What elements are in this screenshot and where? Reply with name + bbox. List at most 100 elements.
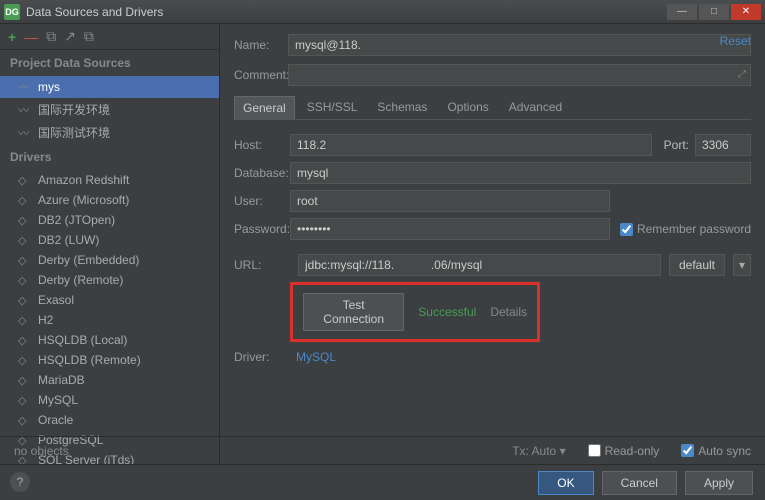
tab-sshssl[interactable]: SSH/SSL: [299, 96, 366, 119]
driver-label: HSQLDB (Remote): [38, 353, 141, 367]
readonly-checkbox[interactable]: Read-only: [588, 444, 660, 458]
project-sources-header: Project Data Sources: [0, 50, 219, 76]
driver-item[interactable]: ◇ Exasol: [0, 290, 219, 310]
password-label: Password:: [234, 222, 290, 236]
url-label: URL:: [234, 258, 290, 272]
host-input[interactable]: [290, 134, 652, 156]
driver-link[interactable]: MySQL: [296, 350, 336, 364]
url-mode-select[interactable]: default: [669, 254, 725, 276]
driver-label: DB2 (LUW): [38, 233, 99, 247]
sidebar-toolbar: + — ⧉ ↗ ⧉: [0, 24, 219, 50]
driver-icon: ◇: [18, 214, 32, 227]
driver-label: Exasol: [38, 293, 74, 307]
driver-item[interactable]: ◇Amazon Redshift: [0, 170, 219, 190]
test-details-link[interactable]: Details: [490, 305, 527, 319]
chevron-down-icon[interactable]: ▾: [733, 254, 751, 276]
datasource-item[interactable]: 〰 mys: [0, 76, 219, 98]
driver-label: DB2 (JTOpen): [38, 213, 115, 227]
database-input[interactable]: [290, 162, 751, 184]
driver-label: Derby (Embedded): [38, 253, 139, 267]
more-icon[interactable]: ⧉: [84, 28, 94, 45]
datasource-icon: 〰: [18, 79, 32, 95]
driver-icon: ◇: [18, 354, 32, 367]
datasource-item[interactable]: 〰 国际测试环境: [0, 121, 219, 144]
tab-options[interactable]: Options: [439, 96, 496, 119]
password-input[interactable]: [290, 218, 610, 240]
driver-item[interactable]: ◇Derby (Remote): [0, 270, 219, 290]
apply-button[interactable]: Apply: [685, 471, 753, 495]
driver-icon: ◇: [18, 174, 32, 187]
driver-label: H2: [38, 313, 53, 327]
close-button[interactable]: ✕: [731, 4, 761, 20]
remember-password-checkbox[interactable]: Remember password: [620, 222, 751, 236]
footer-bar: no objects Tx: Auto ▾ Read-only Auto syn…: [0, 436, 765, 464]
port-input[interactable]: [695, 134, 751, 156]
tab-advanced[interactable]: Advanced: [501, 96, 570, 119]
driver-icon: ◇: [18, 314, 32, 327]
maximize-button[interactable]: □: [699, 4, 729, 20]
driver-item[interactable]: ◇ H2: [0, 310, 219, 330]
driver-label: Oracle: [38, 413, 73, 427]
datasource-item[interactable]: 〰 国际开发环境: [0, 98, 219, 121]
driver-item[interactable]: ◇ DB2 (LUW): [0, 230, 219, 250]
driver-icon: ◇: [18, 294, 32, 307]
tab-schemas[interactable]: Schemas: [369, 96, 435, 119]
driver-label: MariaDB: [38, 373, 85, 387]
cancel-button[interactable]: Cancel: [602, 471, 677, 495]
test-connection-button[interactable]: Test Connection: [303, 293, 404, 331]
test-connection-area: Test Connection Successful Details: [290, 282, 540, 342]
autosync-checkbox[interactable]: Auto sync: [681, 444, 751, 458]
driver-icon: ◇: [18, 394, 32, 407]
driver-item[interactable]: ◇ Oracle: [0, 410, 219, 430]
datasource-icon: 〰: [18, 102, 32, 118]
datasource-icon: 〰: [18, 125, 32, 141]
no-objects-label: no objects: [14, 444, 69, 458]
add-icon[interactable]: +: [8, 29, 16, 45]
navigate-icon[interactable]: ↗: [64, 28, 76, 45]
help-button[interactable]: ?: [10, 472, 30, 492]
driver-label: Azure (Microsoft): [38, 193, 129, 207]
ok-button[interactable]: OK: [538, 471, 593, 495]
driver-item[interactable]: ◇ Derby (Embedded): [0, 250, 219, 270]
port-label: Port:: [664, 138, 689, 152]
host-label: Host:: [234, 138, 290, 152]
driver-item[interactable]: ◇ MySQL: [0, 390, 219, 410]
tab-general[interactable]: General: [234, 96, 295, 119]
user-label: User:: [234, 194, 290, 208]
copy-icon[interactable]: ⧉: [46, 28, 56, 45]
driver-icon: ◇: [18, 234, 32, 247]
name-input[interactable]: [288, 34, 751, 56]
reset-link[interactable]: Reset: [720, 34, 751, 48]
button-bar: OK Cancel Apply: [0, 464, 765, 500]
tx-mode[interactable]: Tx: Auto ▾: [512, 444, 565, 458]
name-label: Name:: [234, 38, 288, 52]
database-label: Database:: [234, 166, 290, 180]
driver-icon: ◇: [18, 194, 32, 207]
driver-icon: ◇: [18, 254, 32, 267]
driver-icon: ◇: [18, 334, 32, 347]
driver-label: Driver:: [234, 350, 290, 364]
sidebar: + — ⧉ ↗ ⧉ Project Data Sources 〰 mys 〰 国…: [0, 24, 220, 464]
user-input[interactable]: [290, 190, 610, 212]
driver-label: MySQL: [38, 393, 78, 407]
remove-icon[interactable]: —: [24, 29, 38, 45]
comment-input[interactable]: ⤢: [288, 64, 751, 86]
app-icon: DG: [4, 4, 20, 20]
expand-icon[interactable]: ⤢: [738, 69, 746, 80]
driver-item[interactable]: ◇ DB2 (JTOpen): [0, 210, 219, 230]
drivers-header: Drivers: [0, 144, 219, 170]
minimize-button[interactable]: —: [667, 4, 697, 20]
titlebar: DG Data Sources and Drivers — □ ✕: [0, 0, 765, 24]
datasource-label: mys: [38, 80, 60, 94]
datasource-label: 国际测试环境: [38, 124, 110, 141]
driver-icon: ◇: [18, 274, 32, 287]
tabs: General SSH/SSL Schemas Options Advanced: [234, 96, 751, 120]
driver-label: HSQLDB (Local): [38, 333, 127, 347]
driver-item[interactable]: ◇ HSQLDB (Local): [0, 330, 219, 350]
window-title: Data Sources and Drivers: [26, 5, 163, 19]
driver-icon: ◇: [18, 414, 32, 427]
driver-item[interactable]: ◇ Azure (Microsoft): [0, 190, 219, 210]
driver-item[interactable]: ◇ HSQLDB (Remote): [0, 350, 219, 370]
url-input[interactable]: [298, 254, 661, 276]
driver-item[interactable]: ◇MariaDB: [0, 370, 219, 390]
